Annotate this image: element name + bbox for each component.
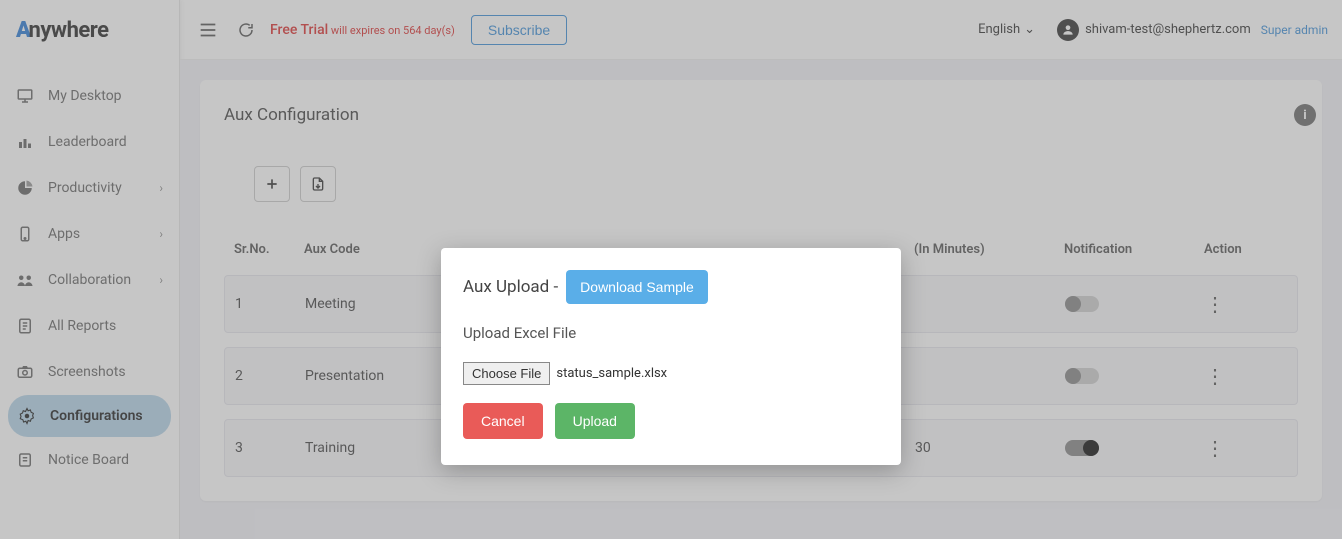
aux-upload-modal: Aux Upload - Download Sample Upload Exce… [441, 248, 901, 465]
download-sample-button[interactable]: Download Sample [566, 270, 708, 304]
selected-filename: status_sample.xlsx [556, 366, 667, 381]
choose-file-button[interactable]: Choose File [463, 362, 550, 385]
upload-file-label: Upload Excel File [463, 324, 879, 342]
upload-button[interactable]: Upload [555, 403, 635, 439]
file-input-row: Choose File status_sample.xlsx [463, 362, 879, 385]
modal-overlay[interactable]: Aux Upload - Download Sample Upload Exce… [0, 0, 1342, 539]
cancel-button[interactable]: Cancel [463, 403, 543, 439]
modal-title: Aux Upload - [463, 277, 558, 297]
